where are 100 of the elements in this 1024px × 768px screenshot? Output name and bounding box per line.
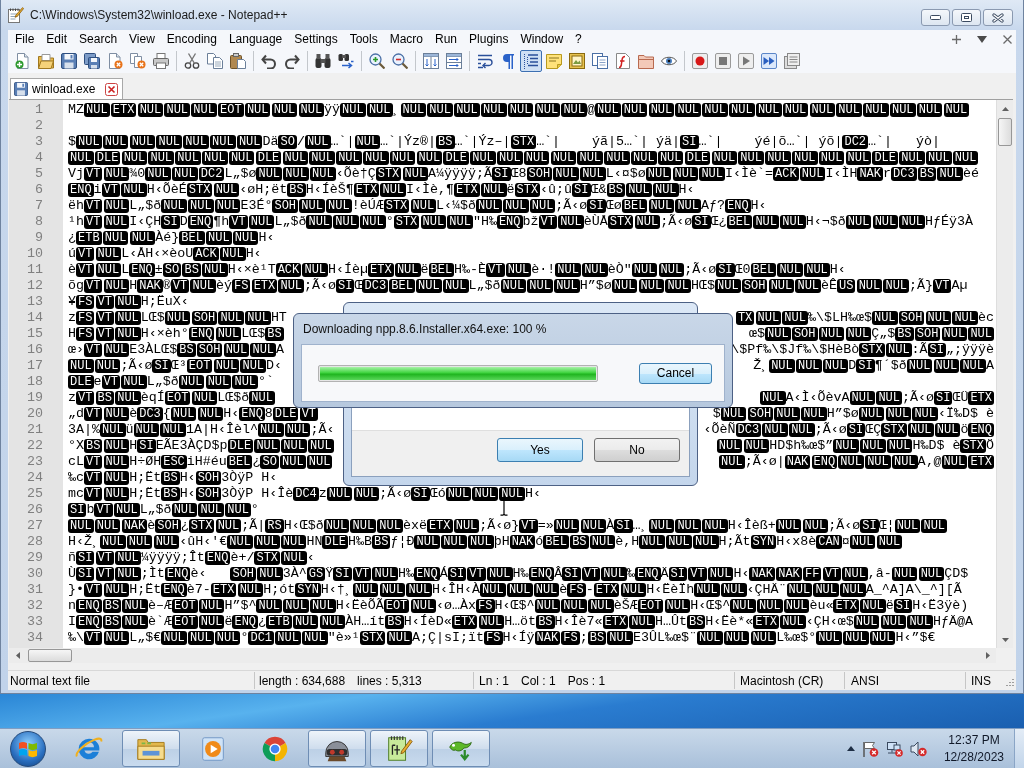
line-number: 4 [34,150,43,166]
status-text: lines : 5,313 [357,673,422,688]
status-text: Pos : 1 [567,673,606,688]
line-number: 21 [26,422,43,438]
menu-item[interactable]: File [9,31,41,47]
status-text: ANSI [851,673,879,688]
scrollbar-thumb[interactable] [998,118,1012,146]
line-number: 17 [26,358,43,374]
taskbar-button[interactable] [308,730,366,767]
flag-icon[interactable] [861,740,879,757]
line-number: 22 [26,438,43,454]
menu-item[interactable]: Macro [383,31,429,47]
line-number: 3 [34,134,43,150]
flag-logo-icon[interactable] [18,739,38,758]
scroll-left-arrow-icon[interactable] [15,652,20,659]
line-number: 12 [26,278,43,294]
dialog-title: Downloading npp.8.6.Installer.x64.exe: 100 % [302,321,548,338]
line-number: 14 [26,310,43,326]
line-number: 29 [26,550,43,566]
window-title: C:\Windows\System32\winload.exe - Notepad++ [30,8,289,22]
line-number: 5 [34,166,43,182]
menu-item[interactable]: Edit [40,31,74,47]
clock-time: 12:37 PM [948,731,1000,749]
line-number: 18 [26,374,43,390]
scroll-right-arrow-icon[interactable] [985,652,990,659]
close-icon[interactable] [1003,34,1012,44]
line-number: 32 [26,598,43,614]
line-number: 30 [26,566,43,582]
line-number: 1 [34,102,43,118]
menu-item[interactable]: Window [514,31,570,47]
menu-item[interactable]: ? [569,31,588,47]
menu-item[interactable]: Run [429,31,464,47]
menu-item[interactable]: View [123,31,161,47]
status-text: INS [971,673,991,688]
code-line: è VT NUL L ENQ±SO BS NUL H‹×è¹TACK NUL H‹Íèµ ETX NUL ë BEL H‰-ÈVT NUL è·!NUL NUL èÒ"NUL NUL;Ã‹ø SI Œ0 BEL NUL NUL H‹ [68,262,846,278]
code-line: $NUL SOH NUL NUL H”$ø NUL NUL NUL‹Ï‰D$ è [712,406,994,422]
code-line: n ENQ BS NUL è–Æ EOT NUL H”$^NUL NUL NUL H‹ËèÕÃEOT NUL‹ø…Àx FS H‹Œ$^NUL NUL NUL èŠÆEOT NUL H‹Œ$^NUL NUL NUL èu«ETX NUL ë SI H‹Ë3ÿè) [68,598,969,614]
code-line: ëh VT NUL L„$ð NUL NUL NUL E3É°SOH NUL NUL!èÚÆSTX NUL L‹¼$ð NUL NUL NUL;Ã‹ø SI Œø BEL NUL NULAƒ?ENQ H‹ [68,198,767,214]
line-number: 2 [34,118,43,134]
menu-item[interactable]: Language [222,31,289,47]
line-number: 15 [26,326,43,342]
close-button[interactable] [983,9,1013,26]
plus-icon[interactable] [952,34,961,44]
scrollbar-thumb[interactable] [28,649,72,662]
line-number: 23 [26,454,43,470]
code-line: H FS VT NUL H‹×èh°ENQ NUL LŒ$BS [68,326,284,342]
close-icon[interactable] [992,12,1004,23]
dialog-button[interactable]: No [594,438,680,462]
code-line: ¿ETB NUL NULÀé}BEL NUL NUL H‹ [68,230,275,246]
line-number: 6 [34,182,43,198]
menu-item[interactable]: Tools [343,31,384,47]
code-line: œ$NUL SOH NUL NUL Ç„$BS SOH NUL NUL [749,326,994,342]
code-line: MZ NUL ETX NUL NUL NUL EOT NUL NUL NULÿÿ NUL NUL¸NUL NUL NUL NUL NUL NUL NUL@NUL NUL NUL NUL NUL NUL NUL NUL NUL NUL NUL NUL NUL NUL [68,102,970,118]
chevron-up-icon[interactable] [846,746,855,751]
cancel-button[interactable]: Cancel [639,362,712,384]
notepad-icon [8,7,24,23]
network-icon[interactable] [885,740,903,757]
status-text: length : 634,688 [259,673,346,688]
code-line: NUL NUL;Ã‹ø SI Œ³ EOT NUL NUL D‹ [68,358,283,374]
line-number: 19 [26,390,43,406]
line-number: 34 [26,630,43,646]
code-line: mc VT NUL H;Ët BS H‹SOH 3ÒÿP H‹Îè DC4 z NUL NUL;Ã‹ø SI Œó NUL NUL NUL H‹ [68,486,541,502]
code-line: ñ SI VT NUL ¼ÿÿÿÿ;Ît ENQ è+/STX NUL‹ [68,550,315,566]
line-number: 11 [26,262,43,278]
line-number: 33 [26,614,43,630]
code-line: NUL A‹Ì‹ÕèvANUL NUL;Ã‹ø SIŒÜ ETX [759,390,994,406]
line-number: 25 [26,486,43,502]
code-line: ‹ÕèÑ DC3 NUL NUL;Ã‹ø SI ŒÇ STX NUL NUL ö ENQ [703,422,994,438]
dialog-button[interactable]: Yes [497,438,583,462]
speaker-muted-icon[interactable] [909,740,927,757]
code-line: ¥FS VT NUL H;ËuX‹ [68,294,189,310]
resize-grip-icon[interactable] [1004,678,1014,688]
minimize-button[interactable] [921,9,950,26]
line-number: 13 [26,294,43,310]
line-number: 28 [26,534,43,550]
line-number: 7 [34,198,43,214]
close-icon[interactable] [105,82,119,96]
code-line: DLE eVT NUL L„$ð NUL NUL NUL°` [68,374,275,390]
code-line: cLVT NUL H÷ØH ESC iH#éu BEL¿SO NUL NUL [68,454,333,470]
menu-item[interactable]: Search [73,31,124,47]
caret-down-icon[interactable] [977,35,987,43]
scroll-up-arrow-icon[interactable] [1001,106,1009,111]
code-line: $NUL NUL NUL NUL NUL NUL NUL Dä SO/NUL…`|NUL…`|Ýz®|BS…`|Ýz–|STX…`| ýã|5…`| ýä|SI…`| ýé|õ…`| ýõ|DC2…`| ýò| [68,134,941,150]
start-button[interactable] [10,730,46,767]
minimize-icon[interactable] [930,15,941,20]
code-line: œ›VT NUL E3ÀLŒ$BS SOH NUL NULA [68,342,285,358]
code-line: z FS VT NUL LŒ$NUL SOH NUL NUL HT [68,310,287,326]
clock-date: 12/28/2023 [943,748,1004,766]
scroll-down-arrow-icon[interactable] [1001,637,1009,642]
menu-item[interactable]: Encoding [160,31,223,47]
maximize-button[interactable] [952,9,981,26]
code-line: TX NUL NUL‰\$LH‰œ$NUL SOH NUL NUL èc [735,310,994,326]
maximize-icon[interactable] [961,13,972,22]
menu-item[interactable]: Plugins [463,31,515,47]
file-tab[interactable]: winload.exe [10,78,124,99]
code-line: Ù SI VT NUL;Ìt ENQ è‹ SOH NUL3À^GSŸ SI VT NUL H‰ENQ ÁSI VT NUL H‰ENQÂ SI VT NUL‰ENQ ÄSI VT NUL H‹NAK NAK FF VT NUL,â-NUL NUL ÇD$ [68,566,969,582]
line-number: 20 [26,406,43,422]
menu-item[interactable]: Settings [288,31,344,47]
code-line: °X BS NUL H SI EÃE3ÀÇD$p DLE NUL NUL NUL [68,438,334,454]
code-line: ENQ iVT NUL H‹ÕèÉ STX NUL‹øH;ët BS H‹ÍèŠ¶ETX NUL I‹Ìè,¶ETX NUL ë STX‹û;û SI Œ&BS NUL NUL H‹ [68,182,695,198]
